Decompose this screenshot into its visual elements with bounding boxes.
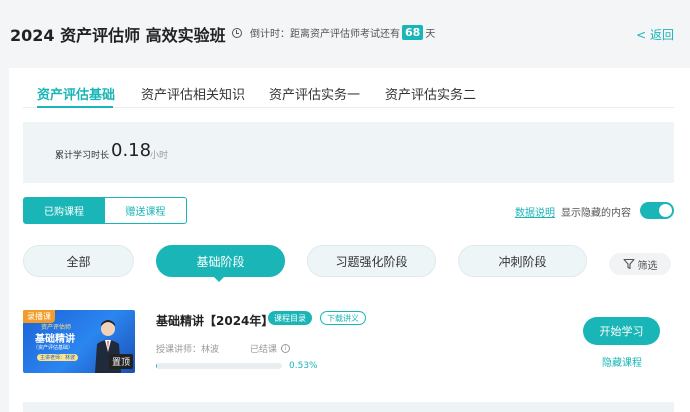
active-tab-underline	[37, 106, 113, 108]
info-icon[interactable]: i	[281, 344, 291, 353]
course-name[interactable]: 基础精讲【2024年】	[156, 312, 273, 329]
tab-related-knowledge[interactable]: 资产评估相关知识	[141, 84, 245, 103]
subject-tabs: 资产评估基础 资产评估相关知识 资产评估实务一 资产评估实务二	[23, 84, 674, 108]
active-stage-pointer	[213, 276, 225, 282]
thumb-title: 基础精讲	[35, 334, 75, 345]
download-notes-chip[interactable]: 下载讲义	[320, 311, 366, 325]
clock-icon	[232, 27, 242, 38]
exam-countdown: 倒计时：距离资产评估师考试还有 68 天	[232, 25, 435, 40]
study-time-summary: 累计学习时长 0.18 小时	[23, 122, 674, 183]
filter-button[interactable]: 筛选	[609, 253, 671, 275]
show-hidden-label: 显示隐藏的内容	[561, 208, 631, 219]
course-status-text: 已结课	[250, 345, 278, 355]
toggle-knob	[659, 204, 672, 217]
thumb-teacher-pill: 主讲老师：林波	[37, 354, 79, 361]
course-instructor: 授课讲师：林波	[156, 345, 220, 355]
countdown-prefix: 倒计时：距离资产评估师考试还有	[250, 29, 400, 40]
show-hidden-toggle[interactable]	[640, 202, 674, 219]
data-note-link[interactable]: 数据说明	[515, 204, 555, 219]
course-progress-text: 0.53%	[289, 361, 318, 371]
filter-icon	[622, 258, 635, 270]
study-time-label: 累计学习时长	[55, 151, 110, 161]
stage-all[interactable]: 全部	[23, 245, 134, 277]
course-progress-bar	[156, 363, 282, 369]
course-thumbnail[interactable]: 录播课 资产评估师 基础精讲 （资产评估基础） 主讲老师：林波 置顶	[23, 310, 135, 373]
study-time-value: 0.18	[111, 140, 152, 161]
back-link[interactable]: < 返回	[636, 26, 674, 43]
filter-label: 筛选	[637, 260, 658, 272]
course-catalog-chip[interactable]: 课程目录	[268, 311, 312, 325]
pinned-badge: 置顶	[108, 354, 133, 369]
next-course-card	[23, 402, 674, 412]
hide-course-link[interactable]: 隐藏课程	[602, 354, 642, 369]
countdown-suffix: 天	[425, 29, 436, 40]
tab-practice-one[interactable]: 资产评估实务一	[269, 84, 360, 103]
tab-practice-two[interactable]: 资产评估实务二	[385, 84, 476, 103]
page-title: 2024 资产评估师 高效实验班	[10, 26, 226, 45]
start-learning-button[interactable]: 开始学习	[583, 317, 660, 345]
stage-sprint[interactable]: 冲刺阶段	[458, 245, 587, 277]
tab-assessment-basics[interactable]: 资产评估基础	[37, 84, 115, 103]
course-status: 已结课 i	[250, 342, 291, 355]
purchased-courses-button[interactable]: 已购课程	[23, 197, 105, 224]
stage-practice[interactable]: 习题强化阶段	[307, 245, 436, 277]
stage-basic[interactable]: 基础阶段	[156, 245, 285, 277]
study-time-unit: 小时	[150, 151, 169, 161]
course-type-switch: 已购课程 赠送课程	[23, 197, 187, 224]
countdown-days-badge: 68	[402, 25, 424, 40]
course-progress-fill	[156, 363, 157, 369]
thumb-description: （资产评估基础）	[33, 345, 74, 351]
gifted-courses-button[interactable]: 赠送课程	[105, 197, 187, 224]
page-header: 2024 资产评估师 高效实验班 倒计时：距离资产评估师考试还有 68 天 < …	[0, 0, 690, 56]
